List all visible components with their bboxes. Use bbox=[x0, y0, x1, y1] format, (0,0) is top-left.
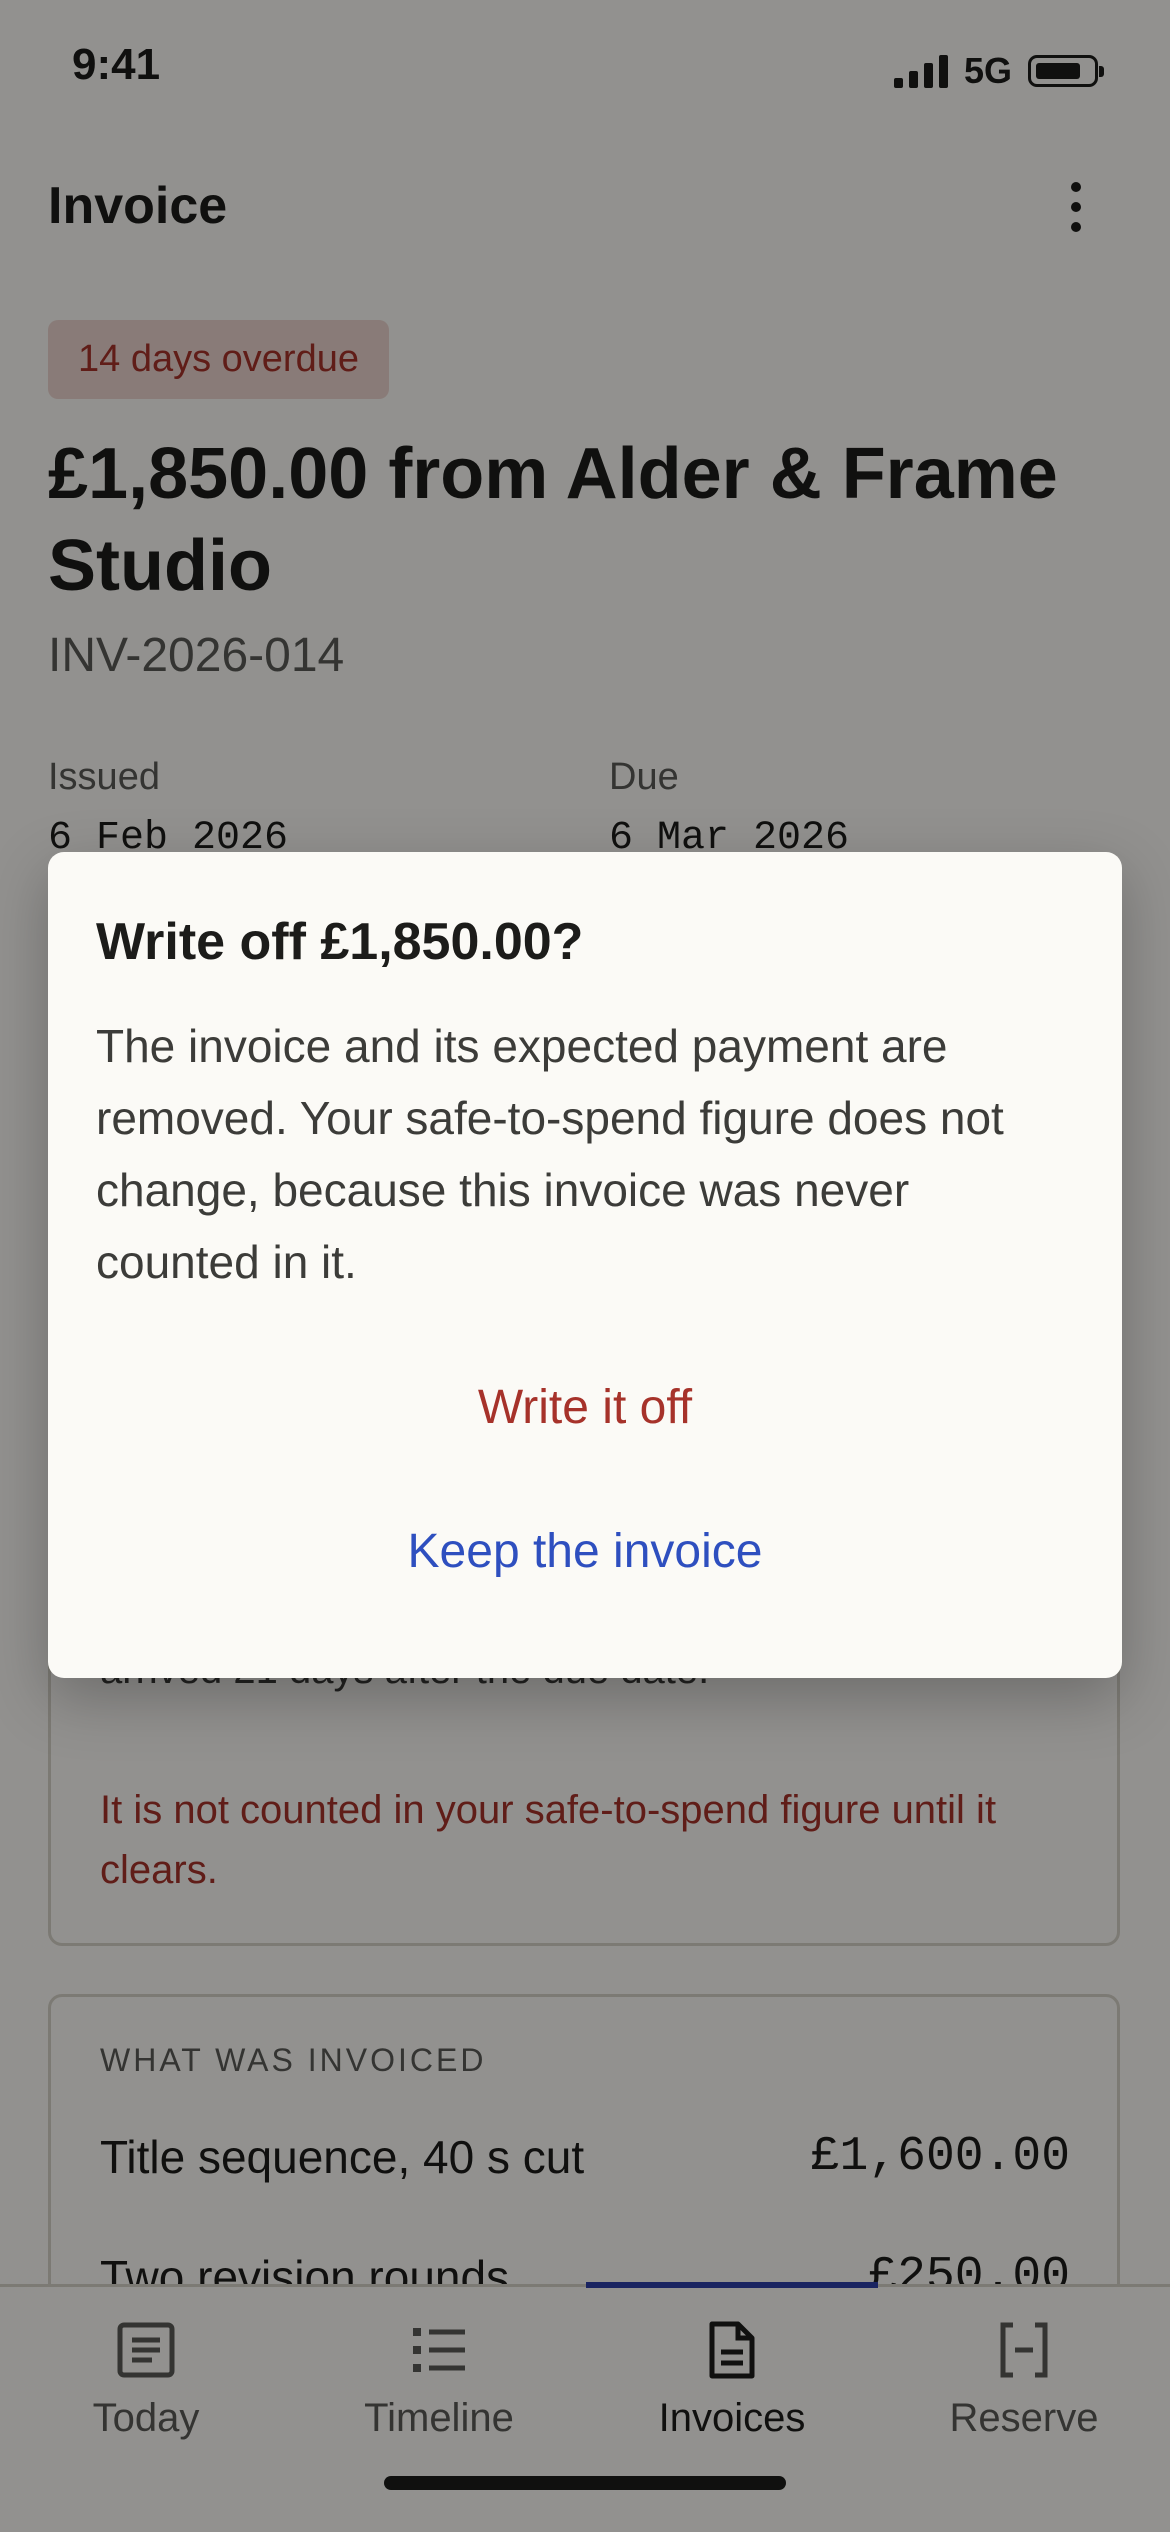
keep-invoice-button[interactable]: Keep the invoice bbox=[48, 1524, 1122, 1579]
write-off-dialog: Write off £1,850.00? The invoice and its… bbox=[48, 852, 1122, 1678]
write-off-button[interactable]: Write it off bbox=[48, 1380, 1122, 1435]
dialog-title: Write off £1,850.00? bbox=[96, 913, 584, 971]
dialog-body: The invoice and its expected payment are… bbox=[96, 1020, 1004, 1288]
